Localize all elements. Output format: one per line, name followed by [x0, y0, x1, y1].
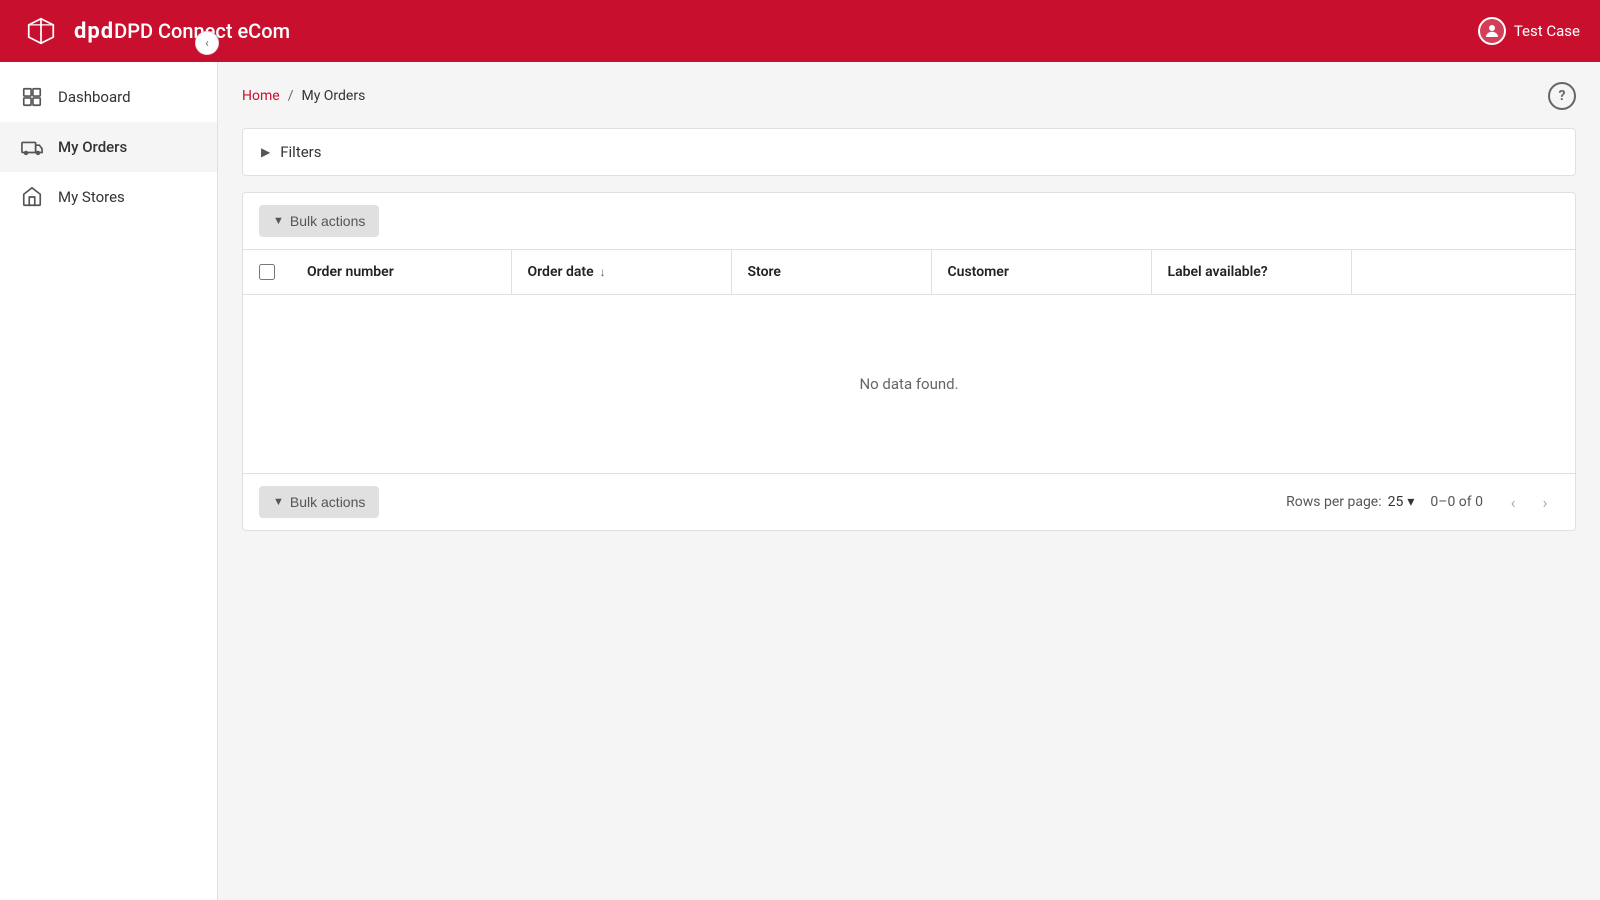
pagination-arrows: ‹ › — [1499, 488, 1559, 516]
dashboard-icon — [20, 86, 44, 108]
filters-panel: ▶ Filters — [242, 128, 1576, 176]
sidebar: ‹ Dashboard — [0, 62, 218, 900]
bulk-actions-bottom-label: Bulk actions — [290, 494, 365, 510]
prev-arrow-icon: ‹ — [1511, 493, 1516, 512]
select-all-checkbox[interactable] — [259, 264, 275, 280]
pagination-bottom-bar: ▼ Bulk actions Rows per page: 25 ▾ 0–0 o… — [243, 473, 1575, 530]
prev-page-button[interactable]: ‹ — [1499, 488, 1527, 516]
rows-per-page-value: 25 — [1388, 494, 1404, 510]
no-data-row: No data found. — [243, 295, 1575, 474]
rows-per-page-control: Rows per page: 25 ▾ — [1286, 494, 1414, 510]
sidebar-item-my-orders[interactable]: My Orders — [0, 122, 217, 172]
breadcrumb: Home / My Orders ? — [242, 82, 1576, 110]
next-page-button[interactable]: › — [1531, 488, 1559, 516]
logo-area: dpd — [20, 10, 114, 52]
filters-chevron-icon: ▶ — [261, 145, 270, 159]
app-header: dpd DPD Connect eCom Test Case — [0, 0, 1600, 62]
th-order-date[interactable]: Order date ↓ — [511, 250, 731, 295]
th-order-number[interactable]: Order number — [291, 250, 511, 295]
chevron-down-icon: ▼ — [273, 215, 284, 227]
page-info: 0–0 of 0 — [1430, 494, 1483, 510]
rows-per-page-label: Rows per page: — [1286, 494, 1381, 510]
bulk-actions-bottom-button[interactable]: ▼ Bulk actions — [259, 486, 379, 518]
help-icon[interactable]: ? — [1548, 82, 1576, 110]
orders-table: Order number Order date ↓ Store — [243, 250, 1575, 473]
th-customer[interactable]: Customer — [931, 250, 1151, 295]
app-title: DPD Connect eCom — [114, 19, 1478, 43]
dpd-logo-icon — [20, 10, 62, 52]
sidebar-item-dashboard-label: Dashboard — [58, 88, 131, 106]
th-store[interactable]: Store — [731, 250, 931, 295]
filters-label: Filters — [280, 143, 321, 161]
th-customer-label: Customer — [948, 264, 1009, 280]
sidebar-item-dashboard[interactable]: Dashboard — [0, 72, 217, 122]
dpd-wordmark: dpd — [74, 19, 114, 44]
breadcrumb-home-link[interactable]: Home — [242, 88, 280, 104]
th-order-date-label: Order date — [528, 264, 594, 280]
sort-desc-icon: ↓ — [600, 265, 606, 279]
th-label-available-label: Label available? — [1168, 264, 1268, 280]
orders-table-card: ▼ Bulk actions Order n — [242, 192, 1576, 531]
body-layout: ‹ Dashboard — [0, 62, 1600, 900]
store-icon — [20, 186, 44, 208]
truck-icon — [20, 136, 44, 158]
bulk-actions-top-label: Bulk actions — [290, 213, 365, 229]
bulk-actions-top-bar: ▼ Bulk actions — [243, 193, 1575, 250]
sidebar-item-my-stores[interactable]: My Stores — [0, 172, 217, 222]
th-store-label: Store — [748, 264, 781, 280]
sidebar-item-my-orders-label: My Orders — [58, 138, 127, 156]
chevron-down-icon-bottom: ▼ — [273, 496, 284, 508]
next-arrow-icon: › — [1543, 493, 1548, 512]
filters-header-toggle[interactable]: ▶ Filters — [243, 129, 1575, 175]
user-label: Test Case — [1514, 22, 1580, 40]
breadcrumb-separator: / — [288, 88, 294, 104]
th-label-available[interactable]: Label available? — [1151, 250, 1351, 295]
pagination-controls: Rows per page: 25 ▾ 0–0 of 0 ‹ › — [1286, 488, 1559, 516]
main-content: Home / My Orders ? ▶ Filters ▼ Bulk acti… — [218, 62, 1600, 900]
th-extra — [1351, 250, 1575, 295]
bulk-actions-top-button[interactable]: ▼ Bulk actions — [259, 205, 379, 237]
user-avatar-icon — [1478, 17, 1506, 45]
th-checkbox — [243, 250, 291, 295]
th-order-number-label: Order number — [307, 264, 394, 280]
rows-dropdown-icon: ▾ — [1407, 494, 1414, 510]
person-icon — [1483, 22, 1501, 40]
sidebar-item-my-stores-label: My Stores — [58, 188, 125, 206]
breadcrumb-current: My Orders — [301, 88, 365, 104]
no-data-message: No data found. — [859, 375, 958, 393]
sidebar-nav: Dashboard My Orders — [0, 62, 217, 232]
user-menu[interactable]: Test Case — [1478, 17, 1580, 45]
rows-per-page-select[interactable]: 25 ▾ — [1388, 494, 1415, 510]
